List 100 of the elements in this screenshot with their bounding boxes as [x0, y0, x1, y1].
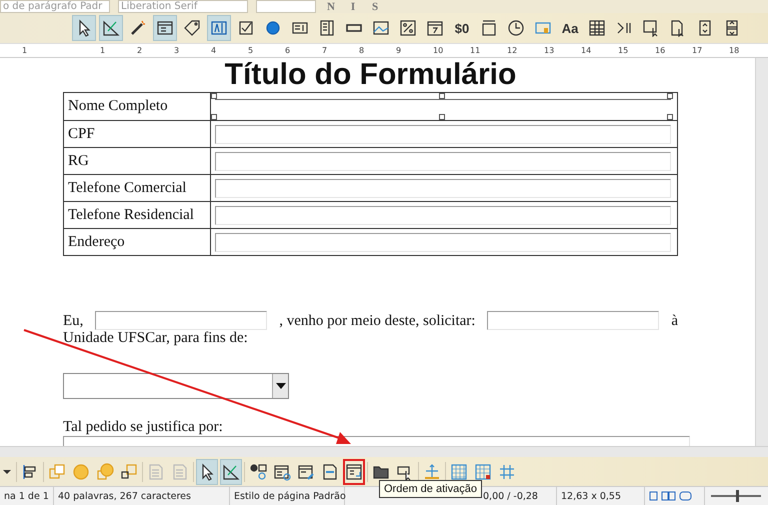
- format-button[interactable]: I: [346, 0, 360, 12]
- selection-handle[interactable]: [439, 93, 445, 99]
- ruler-label: 4: [211, 46, 218, 55]
- text-field[interactable]: [215, 232, 671, 252]
- document-icon: [171, 462, 189, 480]
- ruler-label: 5: [248, 46, 254, 55]
- image-icon: [372, 19, 390, 37]
- toolbar-button[interactable]: Aa: [558, 15, 582, 41]
- document-title: Título do Formulário: [224, 58, 518, 92]
- format-button[interactable]: S: [368, 0, 382, 12]
- toolbar-button[interactable]: [72, 15, 96, 41]
- ruler-label: 18: [729, 46, 740, 55]
- paragraph-text: à: [671, 313, 678, 330]
- view-layout-icon: [649, 491, 693, 501]
- text-box-icon: [210, 19, 228, 37]
- text-field[interactable]: [215, 178, 671, 198]
- paragraph-style-dropdown[interactable]: o de parágrafo Padr: [0, 0, 110, 13]
- selection-handle[interactable]: [667, 93, 673, 99]
- ruler-label: 11: [470, 46, 482, 55]
- text-field[interactable]: [215, 206, 671, 224]
- wand-icon: [129, 19, 147, 37]
- tag-icon: [183, 19, 201, 37]
- ruler-label: 1: [100, 46, 106, 55]
- ruler-label: 17: [692, 46, 704, 55]
- ruler-label: 12: [507, 46, 518, 55]
- paragraph-text: Unidade UFSCar, para fins de:: [63, 330, 248, 346]
- anchor-icon: [423, 462, 441, 480]
- caret-icon: [3, 470, 11, 474]
- circle-icon: [72, 462, 90, 480]
- ruler-label: 15: [618, 46, 630, 55]
- add-field-icon: [321, 462, 339, 480]
- vertical-scrollbar[interactable]: [755, 58, 768, 446]
- checkbox-icon: [237, 19, 255, 37]
- ruler-label: 10: [433, 46, 444, 55]
- toolbar-button[interactable]: [220, 458, 242, 484]
- ruler-label: 1: [22, 46, 28, 55]
- control-properties-icon: [249, 462, 267, 480]
- ruler-label: 14: [581, 46, 592, 55]
- horizontal-scrollbar[interactable]: [0, 446, 768, 457]
- design-mode-icon: [222, 462, 240, 480]
- dropdown-button[interactable]: [272, 374, 288, 398]
- selection-handle[interactable]: [211, 93, 217, 99]
- font-name-dropdown[interactable]: Liberation Serif: [118, 0, 248, 13]
- activation-order-icon: [345, 462, 363, 480]
- caret-icon: [276, 383, 286, 389]
- ruler-label: 2: [137, 46, 144, 55]
- ruler-label: 13: [544, 46, 556, 55]
- format-button[interactable]: N: [324, 0, 338, 12]
- word-count: 40 palavras, 267 caracteres: [54, 487, 230, 505]
- ruler-label: 8: [359, 46, 366, 55]
- tooltip: Ordem de ativação: [379, 480, 482, 498]
- selection-handle[interactable]: [667, 114, 673, 120]
- calendar-icon: [426, 19, 444, 37]
- table-cell: RG: [64, 148, 211, 174]
- zoom-slider-thumb[interactable]: [736, 490, 739, 502]
- table-cell: Endereço: [64, 229, 211, 255]
- table-cell: Telefone Residencial: [64, 202, 211, 228]
- toolbar-button[interactable]: [343, 458, 365, 484]
- toolbar-button[interactable]: [99, 15, 123, 41]
- document-icon: [147, 462, 165, 480]
- toolbar-button[interactable]: [196, 458, 218, 484]
- table-icon: [588, 19, 606, 37]
- ruler-label: 3: [174, 46, 180, 55]
- text-field[interactable]: [215, 152, 671, 170]
- helplines-icon: [498, 462, 516, 480]
- size-readout: 12,63 x 0,55: [557, 487, 645, 505]
- table-cell: Telefone Comercial: [64, 175, 211, 201]
- paragraph-text: Tal pedido se justifica por:: [63, 419, 223, 435]
- clock-icon: [507, 19, 525, 37]
- selection-handle[interactable]: [211, 114, 217, 120]
- text-field[interactable]: [487, 311, 660, 330]
- page-style: Estilo de página Padrão: [230, 487, 345, 505]
- combo-box-icon: [318, 19, 336, 37]
- table-cell: CPF: [64, 121, 211, 147]
- pattern-field-icon: [480, 19, 498, 37]
- radio-button-icon: [264, 19, 282, 37]
- image-control-icon: [642, 19, 660, 37]
- send-to-back-icon: [120, 462, 138, 480]
- text-field[interactable]: [215, 124, 671, 144]
- ruler-label: 6: [285, 46, 292, 55]
- form-icon: [156, 19, 174, 37]
- toolbar-button[interactable]: $0: [450, 15, 474, 41]
- page-count: na 1 de 1: [0, 487, 54, 505]
- grid-icon: [450, 462, 468, 480]
- design-mode-icon: [102, 19, 120, 37]
- combo-box[interactable]: [63, 373, 289, 399]
- text-field[interactable]: [95, 311, 268, 330]
- selection-handle[interactable]: [439, 114, 445, 120]
- form-navigator-icon: [297, 462, 315, 480]
- circle-overlap-icon: [96, 462, 114, 480]
- ruler-label: 16: [655, 46, 666, 55]
- grid-snap-icon: [474, 462, 492, 480]
- paragraph-text: , venho por meio deste, solicitar:: [279, 313, 476, 330]
- formatted-field-icon: [399, 19, 417, 37]
- form-properties-icon: [273, 462, 291, 480]
- toolbar-button[interactable]: [153, 15, 177, 41]
- ruler-label: 7: [322, 46, 328, 55]
- ruler-label: 9: [396, 46, 402, 55]
- bring-to-front-icon: [48, 462, 66, 480]
- paragraph-text: Eu,: [63, 313, 84, 330]
